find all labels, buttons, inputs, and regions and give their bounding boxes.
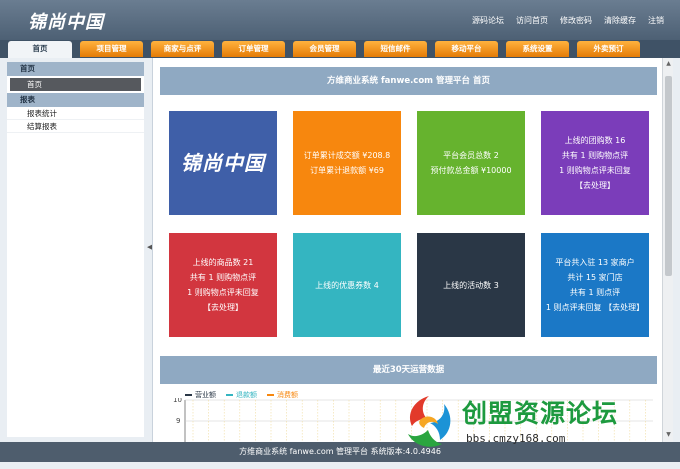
stat-card-merchants[interactable]: 平台共入驻 13 家商户 共计 15 家门店 共有 1 则点评 1 则点评未回复… [541,233,649,337]
stat-card-group-buys[interactable]: 上线的团购数 16 共有 1 则购物点评 1 则购物点评未回复 【去处理】 [541,111,649,215]
stats-section-title: 最近30天运营数据 [160,356,657,384]
card-line: 共有 1 则点评 [569,288,621,297]
watermark-url: bbs.cmzy168.com [466,432,566,445]
link-clear-cache[interactable]: 清除缓存 [604,15,636,26]
app-logo: 锦尚中国 [28,12,104,33]
card-line: 上线的活动数 3 [443,280,499,290]
card-line: 上线的商品数 21 [192,258,254,267]
card-line: 上线的团购数 16 [564,136,626,145]
card-line: 上线的优惠券数 4 [315,280,379,290]
watermark: 创盟资源论坛 bbs.cmzy168.com [392,388,674,458]
card-line: 平台会员总数 2 [443,151,499,160]
tab-system-settings[interactable]: 系统设置 [506,41,569,57]
link-logout[interactable]: 注销 [648,15,664,26]
tab-member-management[interactable]: 会员管理 [293,41,356,57]
y-tick-label: 9 [176,417,180,425]
link-visit-home[interactable]: 访问首页 [516,15,548,26]
scroll-up-icon[interactable]: ▲ [664,60,673,69]
tab-takeout-booking[interactable]: 外卖预订 [577,41,640,57]
stat-card-orders[interactable]: 订单累计成交额 ¥208.8 订单累计退款额 ¥69 [293,111,401,215]
main-scrollbar[interactable]: ▲ ▼ [662,58,673,442]
card-line: 共计 15 家门店 [567,273,623,282]
tab-project-management[interactable]: 项目管理 [80,41,143,57]
page-title: 方维商业系统 fanwe.com 管理平台 首页 [160,67,657,95]
tab-home[interactable]: 首页 [8,41,72,58]
sidebar-item-report-stats[interactable]: 报表统计 [7,107,144,120]
sidebar-group-home[interactable]: 首页 [7,62,144,76]
sidebar-group-reports[interactable]: 报表 [7,93,144,107]
tab-merchant-reviews[interactable]: 商家与点评 [151,41,214,57]
legend-swatch [226,394,233,396]
main-content: 方维商业系统 fanwe.com 管理平台 首页 锦尚中国 订单累计成交额 ¥2… [152,58,662,442]
card-line: 1 则购物点评未回复 [187,288,259,297]
card-line: 1 则点评未回复 【去处理】 [545,303,645,312]
stat-card-members[interactable]: 平台会员总数 2 预付款总金额 ¥10000 [417,111,525,215]
link-source-forum[interactable]: 源码论坛 [472,15,504,26]
tab-order-management[interactable]: 订单管理 [222,41,285,57]
card-line: 订单累计成交额 ¥208.8 [303,151,391,160]
top-links: 源码论坛 访问首页 修改密码 清除缓存 注销 [472,15,664,26]
legend-swatch [185,394,192,396]
tab-mobile-platform[interactable]: 移动平台 [435,41,498,57]
card-logo-text: 锦尚中国 [181,150,265,175]
card-line: 1 则购物点评未回复 [559,166,631,175]
card-line: 共有 1 则购物点评 [561,151,629,160]
stat-card-products[interactable]: 上线的商品数 21 共有 1 则购物点评 1 则购物点评未回复 【去处理】 [169,233,277,337]
link-change-password[interactable]: 修改密码 [560,15,592,26]
card-line: 预付款总金额 ¥10000 [430,166,512,175]
card-line: 订单累计退款额 ¥69 [310,166,384,175]
stat-card-events[interactable]: 上线的活动数 3 [417,233,525,337]
stat-card-logo: 锦尚中国 [169,111,277,215]
y-tick-label: 10 [173,398,182,404]
card-line: 平台共入驻 13 家商户 [555,258,635,267]
sidebar-item-settlement-report[interactable]: 结算报表 [7,120,144,133]
top-header: 锦尚中国 源码论坛 访问首页 修改密码 清除缓存 注销 [0,0,680,40]
card-process-link[interactable]: 【去处理】 [575,178,615,193]
stat-card-coupons[interactable]: 上线的优惠券数 4 [293,233,401,337]
watermark-logo-icon [408,396,451,447]
sidebar: 首页 首页 报表 报表统计 结算报表 [7,62,144,437]
card-line: 共有 1 则购物点评 [189,273,257,282]
legend-swatch [267,394,274,396]
scroll-thumb[interactable] [665,76,672,276]
tab-sms-email[interactable]: 短信邮件 [364,41,427,57]
sidebar-item-home[interactable]: 首页 [10,78,141,91]
watermark-title: 创盟资源论坛 [462,399,619,428]
card-process-link[interactable]: 【去处理】 [203,300,243,315]
main-nav: 首页 项目管理 商家与点评 订单管理 会员管理 短信邮件 移动平台 系统设置 外… [0,40,680,58]
